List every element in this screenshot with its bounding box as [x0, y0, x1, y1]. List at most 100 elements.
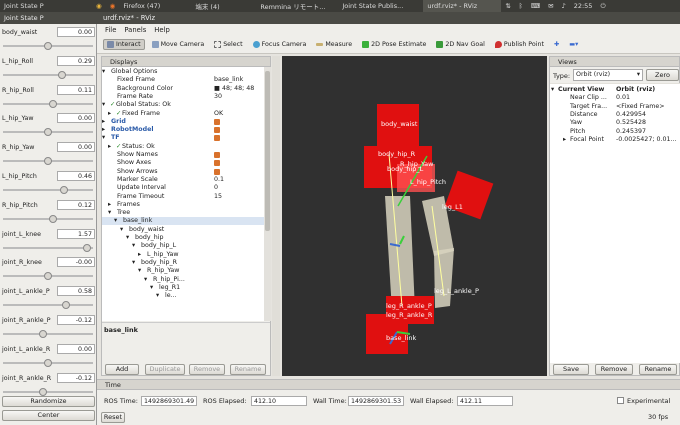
display-item-value[interactable]: OK — [214, 110, 223, 118]
wall-time-field[interactable]: 1492869301.53 — [348, 396, 404, 406]
display-tree-item[interactable]: ▾ Tree — [102, 209, 264, 217]
display-tree-item[interactable]: ▸ L_hip_Yaw — [102, 251, 264, 259]
joint-slider-handle[interactable] — [38, 330, 47, 338]
expand-icon[interactable]: ▾ — [551, 86, 554, 94]
joint-slider-handle[interactable] — [44, 42, 52, 50]
center-button[interactable]: Center — [2, 410, 95, 421]
joint-slider-track[interactable] — [3, 246, 93, 249]
display-tree-item[interactable]: ▾ TF — [102, 134, 264, 142]
joint-value-field[interactable]: 0.11 — [57, 84, 95, 95]
display-tree-item[interactable]: ▸ Grid — [102, 118, 264, 126]
joint-value-field[interactable]: 1.57 — [57, 228, 95, 239]
power-icon[interactable]: ⏻ — [596, 0, 609, 12]
view-property-row[interactable]: Target Fra... <Fixed Frame> — [550, 103, 680, 111]
display-item-value[interactable]: 0.1 — [214, 176, 224, 184]
expand-icon[interactable]: ▸ — [563, 136, 566, 144]
display-tree-item[interactable]: ▾ leg_R1 — [102, 284, 264, 292]
display-tree-item[interactable]: ▾ body_hip — [102, 234, 264, 242]
display-tree-item[interactable]: ▾ body_hip_R — [102, 259, 264, 267]
joint-slider-handle[interactable] — [57, 70, 66, 79]
taskbar-joint-state[interactable]: Joint State Publis... — [338, 0, 423, 12]
view-property-row[interactable]: ▸ Focal Point -0.0025427; 0.01... — [550, 136, 680, 144]
view-property-row[interactable]: Pitch 0.245397 — [550, 128, 680, 136]
display-tree-item[interactable]: ▾ body_hip_L — [102, 242, 264, 250]
expand-icon[interactable]: ▸ — [108, 110, 111, 118]
joint-slider-track[interactable] — [3, 304, 93, 307]
network-icon[interactable]: ⇅ — [501, 0, 514, 12]
rename-view-button[interactable]: Rename — [639, 364, 677, 375]
tool-move-camera[interactable]: Move Camera — [149, 40, 208, 49]
taskbar-remmina[interactable]: Remmina リモート... — [256, 0, 338, 12]
displays-scrollbar[interactable] — [264, 67, 271, 321]
display-tree-item[interactable]: Frame Rate 30 — [102, 93, 264, 101]
reset-button[interactable]: Reset — [101, 412, 125, 423]
view-property-row[interactable]: Distance 0.429954 — [550, 111, 680, 119]
display-tree-item[interactable]: ▸ Frames — [102, 201, 264, 209]
view-property-value[interactable]: 0.525428 — [616, 119, 646, 127]
expand-icon[interactable]: ▸ — [108, 201, 111, 209]
joint-slider-handle[interactable] — [44, 272, 52, 281]
display-item-value[interactable]: base_link — [214, 76, 243, 84]
joint-slider-handle[interactable] — [82, 243, 91, 252]
joint-value-field[interactable]: 0.29 — [57, 55, 95, 66]
remove-view-button[interactable]: Remove — [595, 364, 633, 375]
display-tree-item[interactable]: ▸ Status: Ok ✓ — [102, 143, 264, 151]
expand-icon[interactable]: ▾ — [132, 259, 135, 267]
taskbar-rviz[interactable]: urdf.rviz* - RViz — [423, 0, 502, 12]
display-item-value[interactable]: 0 — [214, 184, 218, 192]
enabled-checkbox[interactable] — [214, 118, 220, 125]
view-property-row[interactable]: Yaw 0.525428 — [550, 119, 680, 127]
display-tree-item[interactable]: Update Interval 0 — [102, 184, 264, 192]
display-item-value[interactable]: 30 — [214, 93, 222, 101]
display-tree-item[interactable]: ▾ le... — [102, 292, 264, 300]
view-property-value[interactable]: Orbit (rviz) — [616, 86, 655, 94]
rename-display-button[interactable]: Rename — [230, 364, 266, 375]
joint-slider-track[interactable] — [3, 217, 93, 220]
display-tree-item[interactable]: Fixed Frame base_link — [102, 76, 264, 84]
tool-focus-camera[interactable]: Focus Camera — [250, 40, 310, 49]
menu-file[interactable]: File — [105, 26, 116, 34]
view-property-row[interactable]: ▾ Current View Orbit (rviz) — [550, 86, 680, 94]
display-tree-item[interactable]: ▸ RobotModel — [102, 126, 264, 134]
expand-icon[interactable]: ▸ — [102, 126, 105, 134]
expand-icon[interactable]: ▾ — [144, 276, 147, 284]
scrollbar-thumb[interactable] — [265, 71, 270, 231]
panel-splitter[interactable] — [272, 56, 280, 376]
view-property-value[interactable]: <Fixed Frame> — [616, 103, 665, 111]
display-tree-item[interactable]: Background Color ■ 48; 48; 48 — [102, 85, 264, 93]
display-tree-item[interactable]: ▾ R_hip_Pi... — [102, 276, 264, 284]
tool-menu-button[interactable]: ▬▾ — [566, 40, 581, 49]
expand-icon[interactable]: ▾ — [150, 284, 153, 292]
joint-slider-track[interactable] — [3, 189, 93, 191]
tool-interact[interactable]: Interact — [103, 39, 145, 50]
view-property-value[interactable]: 0.245397 — [616, 128, 646, 136]
enabled-checkbox[interactable] — [214, 168, 220, 175]
duplicate-display-button[interactable]: Duplicate — [145, 364, 185, 375]
display-tree-item[interactable]: Frame Timeout 15 — [102, 193, 264, 201]
joint-value-field[interactable]: 0.58 — [57, 286, 95, 297]
display-item-value[interactable]: ■ 48; 48; 48 — [214, 85, 254, 93]
view-property-value[interactable]: -0.0025427; 0.01... — [616, 136, 676, 144]
joint-slider-handle[interactable] — [62, 301, 70, 310]
display-tree-item[interactable]: Show Names — [102, 151, 264, 159]
display-tree-item[interactable]: ▾ body_waist — [102, 226, 264, 234]
bluetooth-icon[interactable]: ᛒ — [515, 0, 527, 12]
joint-slider-handle[interactable] — [44, 358, 52, 367]
add-tool-button[interactable]: ✚ — [551, 40, 562, 49]
joint-value-field[interactable]: 0.00 — [57, 343, 95, 354]
expand-icon[interactable]: ▾ — [102, 101, 105, 109]
menu-help[interactable]: Help — [154, 26, 170, 34]
joint-value-field[interactable]: 0.00 — [57, 142, 95, 153]
taskbar-terminal[interactable]: 端末 (4) — [191, 0, 256, 12]
joint-slider-handle[interactable] — [49, 214, 58, 223]
view-property-value[interactable]: 0.429954 — [616, 111, 646, 119]
wall-elapsed-field[interactable]: 412.11 — [457, 396, 513, 406]
display-tree-item[interactable]: ▾ Global Options — [102, 68, 264, 76]
3d-viewport[interactable]: body_waist body_hip_R R_hip_Yaw body_hip… — [282, 56, 547, 376]
tool-select[interactable]: Select — [211, 40, 245, 49]
joint-slider-handle[interactable] — [44, 128, 52, 137]
joint-slider-handle[interactable] — [48, 99, 57, 108]
display-tree-item[interactable]: ▾ Global Status: Ok ✓ — [102, 101, 264, 109]
ros-elapsed-field[interactable]: 412.10 — [251, 396, 307, 406]
clock[interactable]: 22:55 — [570, 0, 597, 12]
